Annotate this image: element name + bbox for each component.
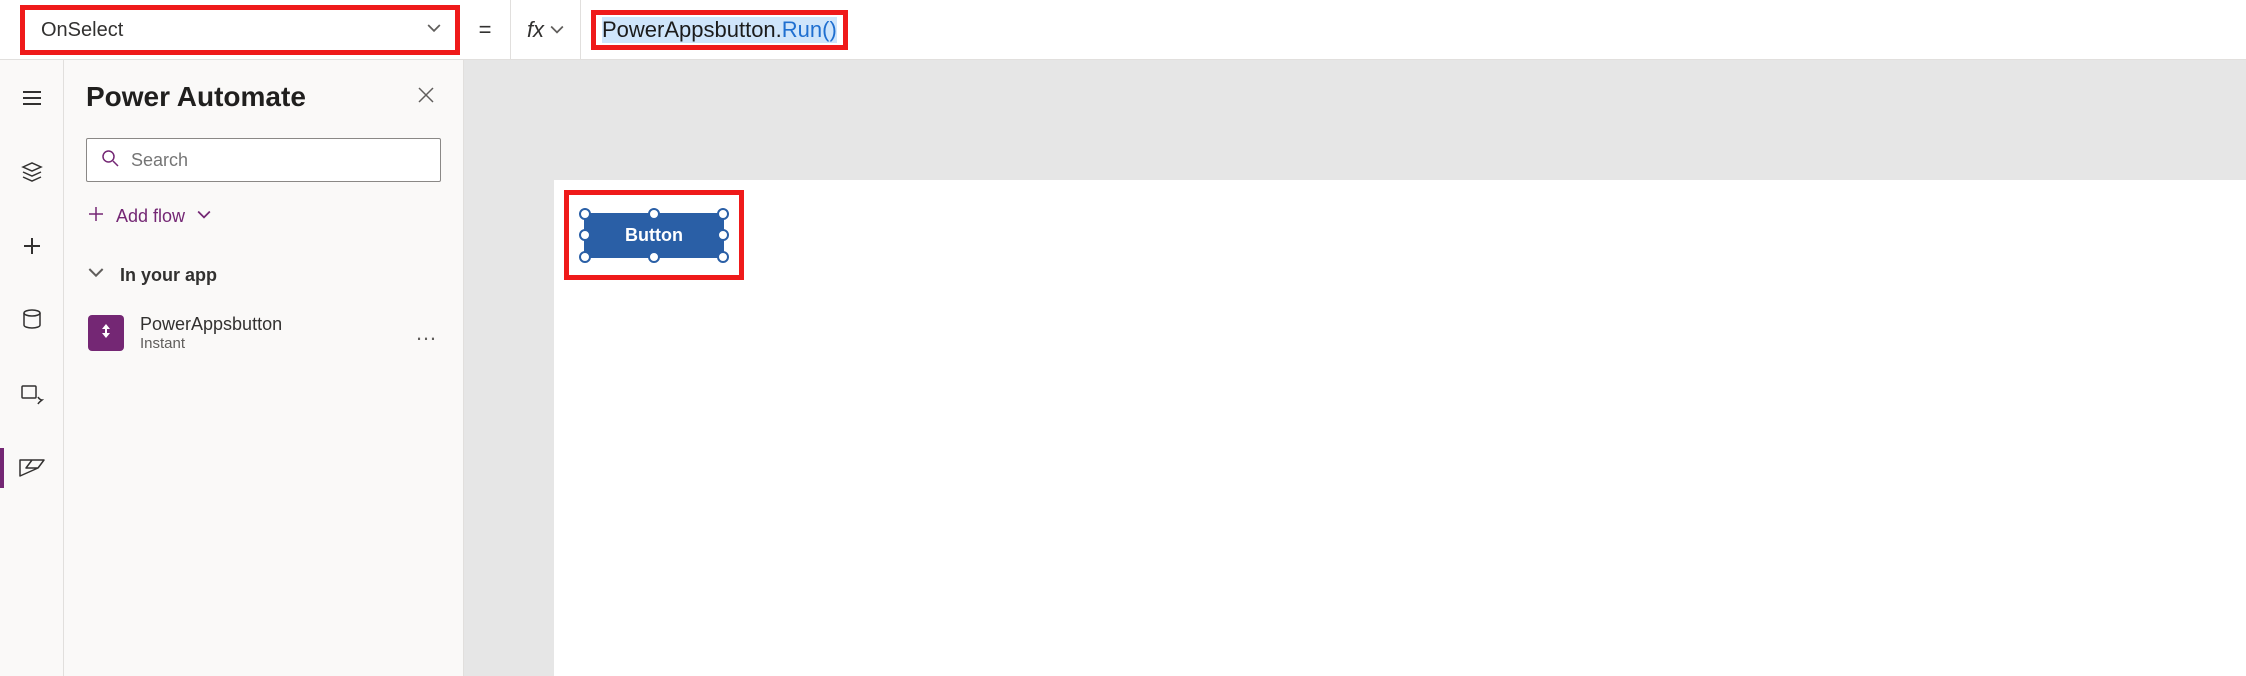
power-automate-icon[interactable] [12,448,52,488]
plus-icon [88,206,104,227]
flow-more-button[interactable]: … [415,320,439,346]
main-area: Power Automate Add flow In your a [0,60,2246,676]
formula-token-func: Run [782,17,822,43]
formula-bar: OnSelect = fx PowerAppsbutton.Run() [0,0,2246,60]
search-icon [101,149,119,172]
data-icon[interactable] [12,300,52,340]
fx-button[interactable]: fx [510,0,580,59]
canvas-button[interactable]: Button [584,213,724,258]
resize-handle-ml[interactable] [579,229,591,241]
formula-token-object: PowerAppsbutton [602,17,776,43]
resize-handle-tm[interactable] [648,208,660,220]
flow-icon [88,315,124,351]
canvas-button-label: Button [625,225,683,246]
resize-handle-bm[interactable] [648,251,660,263]
resize-handle-tl[interactable] [579,208,591,220]
flow-item[interactable]: PowerAppsbutton Instant … [86,306,441,360]
button-highlight: Button [564,190,744,280]
flow-meta: PowerAppsbutton Instant [140,314,399,352]
tree-view-icon[interactable] [12,152,52,192]
formula-token-close: ) [829,17,836,43]
search-input-wrapper[interactable] [86,138,441,182]
canvas-screen[interactable] [554,180,2246,676]
chevron-down-icon [427,19,441,42]
fx-label: fx [527,17,544,43]
flow-name: PowerAppsbutton [140,314,399,335]
resize-handle-mr[interactable] [717,229,729,241]
close-icon[interactable] [411,78,441,116]
canvas[interactable]: Button [464,60,2246,676]
resize-handle-br[interactable] [717,251,729,263]
formula-highlight: PowerAppsbutton.Run() [591,10,848,50]
resize-handle-tr[interactable] [717,208,729,220]
property-selector[interactable]: OnSelect [20,5,460,55]
formula-token-open: ( [822,17,829,43]
equals-label: = [460,0,510,59]
power-automate-panel: Power Automate Add flow In your a [64,60,464,676]
add-flow-button[interactable]: Add flow [86,200,441,233]
section-in-your-app[interactable]: In your app [86,255,441,296]
section-label: In your app [120,265,217,286]
media-icon[interactable] [12,374,52,414]
chevron-down-icon [197,206,211,227]
formula-input[interactable]: PowerAppsbutton.Run() [580,0,2246,59]
chevron-down-icon [88,265,104,286]
insert-icon[interactable] [12,226,52,266]
search-input[interactable] [131,150,426,171]
hamburger-icon[interactable] [12,78,52,118]
resize-handle-bl[interactable] [579,251,591,263]
add-flow-label: Add flow [116,206,185,227]
chevron-down-icon [550,23,564,37]
panel-title: Power Automate [86,81,306,113]
panel-header: Power Automate [86,78,441,116]
property-selector-value: OnSelect [41,19,123,42]
flow-subtitle: Instant [140,335,399,352]
left-rail [0,60,64,676]
